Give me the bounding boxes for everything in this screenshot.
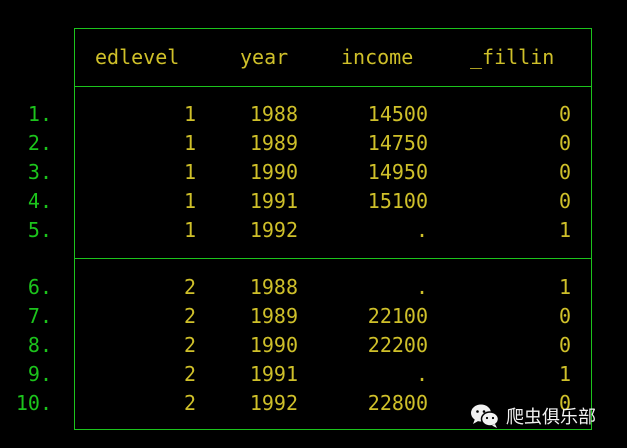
cell-edlevel: 2 <box>183 362 196 386</box>
cell-edlevel: 2 <box>183 304 196 328</box>
cell-edlevel: 1 <box>183 218 196 242</box>
row-number: 1. <box>27 102 52 126</box>
cell-year: 1988 <box>249 102 298 126</box>
cell-income: 14500 <box>367 102 428 126</box>
cell-edlevel: 1 <box>183 189 196 213</box>
cell-income: 22100 <box>367 304 428 328</box>
cell-fillin: 0 <box>558 189 571 213</box>
cell-year: 1992 <box>249 218 298 242</box>
cell-edlevel: 1 <box>183 160 196 184</box>
cell-edlevel: 1 <box>183 102 196 126</box>
row-number: 5. <box>27 218 52 242</box>
row-number: 2. <box>27 131 52 155</box>
row-number: 9. <box>27 362 52 386</box>
cell-fillin: 0 <box>558 304 571 328</box>
cell-income: 22800 <box>367 391 428 415</box>
cell-income: 22200 <box>367 333 428 357</box>
column-header-edlevel: edlevel <box>95 45 180 69</box>
column-header-fillin: _fillin <box>470 45 555 69</box>
watermark-text: 爬虫俱乐部 <box>506 407 596 428</box>
group-divider <box>74 258 592 259</box>
cell-year: 1990 <box>249 160 298 184</box>
row-number: 6. <box>27 275 52 299</box>
cell-year: 1991 <box>249 189 298 213</box>
row-number: 8. <box>27 333 52 357</box>
watermark: 爬虫俱乐部 <box>470 400 596 432</box>
row-number: 10. <box>15 391 52 415</box>
cell-fillin: 0 <box>558 102 571 126</box>
wechat-icon <box>471 404 500 428</box>
cell-fillin: 1 <box>558 275 571 299</box>
cell-income: . <box>415 218 428 242</box>
cell-edlevel: 2 <box>183 275 196 299</box>
cell-edlevel: 2 <box>183 333 196 357</box>
cell-income: 14950 <box>367 160 428 184</box>
cell-year: 1990 <box>249 333 298 357</box>
row-number: 7. <box>27 304 52 328</box>
cell-year: 1991 <box>249 362 298 386</box>
cell-fillin: 0 <box>558 333 571 357</box>
cell-fillin: 1 <box>558 218 571 242</box>
row-number: 3. <box>27 160 52 184</box>
cell-income: . <box>415 362 428 386</box>
cell-edlevel: 2 <box>183 391 196 415</box>
cell-year: 1989 <box>249 131 298 155</box>
cell-year: 1992 <box>249 391 298 415</box>
column-header-year: year <box>240 45 289 69</box>
cell-fillin: 0 <box>558 160 571 184</box>
cell-income: . <box>415 275 428 299</box>
row-number: 4. <box>27 189 52 213</box>
cell-fillin: 0 <box>558 131 571 155</box>
header-divider <box>74 86 592 87</box>
cell-edlevel: 1 <box>183 131 196 155</box>
cell-year: 1989 <box>249 304 298 328</box>
cell-income: 14750 <box>367 131 428 155</box>
column-header-income: income <box>341 45 414 69</box>
cell-fillin: 1 <box>558 362 571 386</box>
cell-year: 1988 <box>249 275 298 299</box>
cell-income: 15100 <box>367 189 428 213</box>
